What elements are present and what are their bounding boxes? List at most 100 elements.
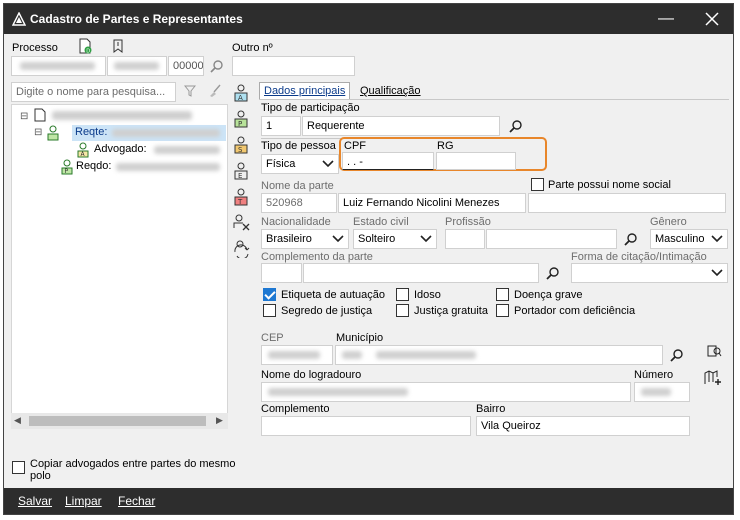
processo-digit-field[interactable]	[107, 56, 167, 76]
numero-field[interactable]	[634, 382, 690, 402]
nome-parte-field[interactable]: Luiz Fernando Nicolini Menezes	[338, 193, 526, 213]
bairro-field[interactable]: Vila Queiroz	[476, 416, 690, 436]
profissao-code[interactable]	[445, 229, 485, 249]
idoso-checkbox[interactable]	[396, 288, 409, 301]
process-doc-icon[interactable]: D	[78, 38, 92, 57]
limpar-button[interactable]: Limpar	[65, 494, 102, 508]
deficiencia-checkbox[interactable]	[496, 304, 509, 317]
nacionalidade-value: Brasileiro	[266, 233, 312, 245]
fechar-button[interactable]: Fechar	[118, 494, 155, 508]
segredo-checkbox[interactable]	[263, 304, 276, 317]
idoso-label: Idoso	[414, 289, 441, 301]
minimize-button[interactable]: —	[644, 4, 688, 34]
nome-social-field[interactable]	[528, 193, 726, 213]
tab-dados-principais[interactable]: Dados principais	[259, 82, 351, 99]
complemento-parte-search-icon[interactable]	[546, 266, 560, 283]
reqte-person-icon	[46, 125, 60, 144]
add-party-p-icon[interactable]: P	[233, 110, 251, 128]
numero-label: Número	[634, 369, 674, 381]
cep-label: CEP	[261, 332, 284, 344]
chevron-down-icon	[332, 235, 344, 243]
profissao-search-icon[interactable]	[624, 232, 638, 249]
tipo-pessoa-value: Física	[266, 158, 296, 170]
tree-collapse-icon[interactable]: ⊟	[20, 111, 28, 122]
tab-qualificacao-label: Qualificação	[360, 85, 421, 97]
svg-text:P: P	[65, 168, 69, 175]
processo-search-icon[interactable]	[210, 59, 224, 76]
copiar-advogados-label-1: Copiar advogados entre partes do mesmo	[30, 458, 236, 470]
remove-party-icon[interactable]	[233, 214, 251, 232]
add-party-t-icon[interactable]: T	[233, 188, 251, 206]
process-node-icon	[34, 108, 46, 125]
add-plaintiff-icon[interactable]: A	[233, 84, 251, 102]
complemento-label: Complemento	[261, 403, 330, 415]
cpf-input[interactable]: . . -	[342, 152, 434, 170]
etiqueta-label: Etiqueta de autuação	[281, 289, 385, 301]
app-logo-icon	[11, 11, 27, 29]
add-party-s-icon[interactable]: S	[233, 136, 251, 154]
genero-label: Gênero	[650, 216, 687, 228]
tipo-participacao-search-icon[interactable]	[509, 119, 523, 136]
salvar-label: Salvar	[18, 494, 53, 508]
deficiencia-label: Portador com deficiência	[514, 305, 636, 317]
etiqueta-checkbox[interactable]	[263, 288, 276, 301]
complemento-parte-field[interactable]	[303, 263, 539, 283]
nome-parte-code[interactable]: 520968	[261, 193, 337, 213]
close-button[interactable]	[690, 4, 734, 34]
profissao-field[interactable]	[486, 229, 617, 249]
complemento-parte-code[interactable]	[261, 263, 302, 283]
window-title: Cadastro de Partes e Representantes	[30, 12, 243, 26]
municipio-label: Município	[336, 332, 384, 344]
bookmark-icon[interactable]	[112, 39, 124, 56]
svg-text:S: S	[238, 146, 243, 154]
municipio-search-icon[interactable]	[670, 348, 684, 365]
municipio-field[interactable]	[335, 345, 663, 365]
svg-text:E: E	[238, 172, 242, 180]
copiar-advogados-checkbox[interactable]	[12, 461, 25, 474]
party-search-input[interactable]: Digite o nome para pesquisa...	[11, 82, 176, 102]
tab-qualificacao[interactable]: Qualificação	[356, 83, 425, 99]
gratuita-checkbox[interactable]	[396, 304, 409, 317]
forma-citacao-select[interactable]	[571, 263, 728, 283]
complemento-field[interactable]	[261, 416, 471, 436]
nome-social-checkbox[interactable]	[531, 178, 544, 191]
broom-clear-icon[interactable]	[208, 84, 222, 101]
svg-text:D: D	[86, 48, 90, 54]
tipo-participacao-code[interactable]: 1	[261, 116, 301, 136]
limpar-label: Limpar	[65, 494, 102, 508]
scrollbar-thumb[interactable]	[29, 416, 206, 426]
bairro-label: Bairro	[476, 403, 506, 415]
advogado-person-icon: A	[76, 142, 90, 161]
processo-court-field[interactable]: 00000	[168, 56, 204, 76]
rg-input[interactable]	[436, 152, 516, 170]
reqte-collapse-icon[interactable]: ⊟	[34, 127, 42, 138]
map-pin-add-icon[interactable]	[704, 370, 722, 389]
doenca-checkbox[interactable]	[496, 288, 509, 301]
cep-field[interactable]	[261, 345, 333, 365]
address-lookup-icon[interactable]	[706, 344, 722, 363]
chevron-down-icon	[711, 269, 723, 277]
add-party-e-icon[interactable]: E	[233, 162, 251, 180]
swap-party-icon[interactable]	[233, 240, 251, 260]
nome-social-label: Parte possui nome social	[548, 179, 671, 191]
estado-civil-select[interactable]: Solteiro	[353, 229, 437, 249]
nacionalidade-label: Nacionalidade	[261, 216, 331, 228]
salvar-button[interactable]: Salvar	[18, 494, 52, 508]
chevron-down-icon	[711, 235, 723, 243]
logradouro-label: Nome do logradouro	[261, 369, 362, 381]
fechar-label: Fechar	[118, 494, 156, 508]
genero-select[interactable]: Masculino	[650, 229, 728, 249]
tipo-pessoa-select[interactable]: Física	[261, 154, 339, 174]
reqte-label: Reqte:	[75, 126, 108, 138]
outro-field[interactable]	[232, 56, 355, 76]
tree-horizontal-scrollbar[interactable]: ◀ ▶	[11, 413, 228, 429]
nacionalidade-select[interactable]: Brasileiro	[261, 229, 349, 249]
tab-underline	[259, 99, 729, 100]
complemento-parte-label: Complemento da parte	[261, 251, 373, 263]
processo-number-field[interactable]	[11, 56, 106, 76]
reqdo-label: Reqdo:	[76, 160, 112, 172]
filter-icon[interactable]	[183, 85, 197, 100]
logradouro-field[interactable]	[261, 382, 631, 402]
chevron-down-icon	[420, 235, 432, 243]
tipo-participacao-field[interactable]: Requerente	[302, 116, 500, 136]
